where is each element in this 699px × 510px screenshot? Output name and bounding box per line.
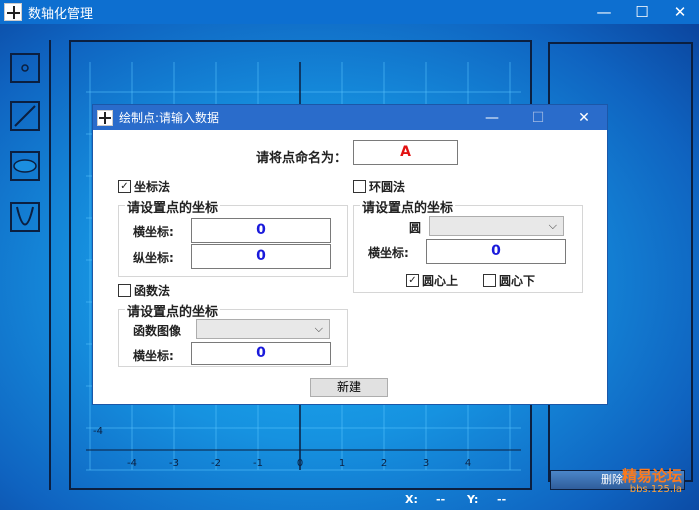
- point-name-label: 请将点命名为：: [256, 151, 348, 166]
- below-circle-box: [483, 274, 496, 287]
- coord-y-input[interactable]: 0: [191, 244, 331, 269]
- circle-select[interactable]: ⌵: [429, 216, 564, 236]
- ring-method-box: [353, 180, 366, 193]
- on-circle-label: 圆心上: [422, 274, 459, 288]
- chevron-down-icon: ⌵: [548, 219, 557, 232]
- ring-method-label: 环圆法: [369, 180, 406, 194]
- status-y-value: --: [497, 493, 507, 506]
- ring-x-label: 横坐标:: [368, 246, 409, 260]
- status-x-value: --: [436, 493, 446, 506]
- function-x-input[interactable]: 0: [191, 342, 331, 365]
- parabola-tool-button[interactable]: [10, 202, 40, 232]
- parabola-icon: [16, 206, 34, 226]
- coord-method-checkmark: ✓: [118, 180, 131, 193]
- ellipse-icon: [13, 159, 37, 173]
- ring-method-checkbox[interactable]: 环圆法: [353, 178, 405, 195]
- create-button[interactable]: 新建: [310, 378, 388, 397]
- on-circle-checkmark: ✓: [406, 274, 419, 287]
- x-tick-label: 1: [339, 458, 345, 469]
- coord-method-checkbox[interactable]: ✓ 坐标法: [118, 178, 170, 195]
- below-circle-checkbox[interactable]: 圆心下: [483, 272, 535, 289]
- chevron-down-icon: ⌵: [314, 322, 323, 335]
- ring-method-group: 请设置点的坐标 圆 ⌵ 横坐标: 0 ✓ 圆心上 圆心下: [353, 197, 583, 293]
- coord-x-label: 横坐标:: [133, 225, 174, 239]
- x-tick-label: -2: [211, 458, 221, 469]
- below-circle-label: 圆心下: [499, 274, 536, 288]
- x-tick-label: 3: [423, 458, 429, 469]
- x-tick-label: -1: [253, 458, 263, 469]
- y-tick-label: -4: [93, 426, 103, 437]
- ring-x-input[interactable]: 0: [426, 239, 566, 264]
- dialog-title-bar: 绘制点:请输入数据 — ☐ ✕: [93, 105, 607, 130]
- ellipse-tool-button[interactable]: [10, 151, 40, 181]
- x-tick-label: -3: [169, 458, 179, 469]
- draw-point-dialog: 绘制点:请输入数据 — ☐ ✕ 请将点命名为： A ✓ 坐标法 请设置点的坐标 …: [92, 104, 608, 405]
- x-tick-label: 4: [465, 458, 471, 469]
- ring-group-title: 请设置点的坐标: [360, 197, 456, 216]
- function-x-label: 横坐标:: [133, 349, 174, 363]
- function-method-group: 请设置点的坐标 函数图像 ⌵ 横坐标: 0: [118, 301, 348, 367]
- dialog-close-button[interactable]: ✕: [561, 105, 607, 130]
- coord-method-group: 请设置点的坐标 横坐标: 0 纵坐标: 0: [118, 197, 348, 277]
- watermark-title: 精易论坛: [622, 467, 683, 485]
- function-group-title: 请设置点的坐标: [125, 301, 221, 320]
- app-axis-icon: [4, 3, 22, 21]
- toolbar-divider: [49, 40, 51, 490]
- close-button[interactable]: ✕: [661, 0, 699, 24]
- watermark-logo: 精易论坛 bbs.125.la: [622, 468, 682, 496]
- line-icon: [14, 105, 36, 127]
- dialog-axis-icon: [97, 109, 113, 126]
- circle-label: 圆: [409, 221, 422, 235]
- dialog-maximize-button: ☐: [531, 109, 545, 126]
- app-title: 数轴化管理: [28, 6, 94, 22]
- function-method-label: 函数法: [134, 284, 171, 298]
- maximize-button[interactable]: ☐: [623, 0, 661, 24]
- coord-y-label: 纵坐标:: [133, 251, 174, 265]
- coord-group-title: 请设置点的坐标: [125, 197, 221, 216]
- watermark-url: bbs.125.la: [629, 484, 683, 495]
- status-x-label: X:: [405, 493, 418, 506]
- main-title-bar: 数轴化管理 — ☐ ✕: [0, 0, 699, 24]
- minimize-button[interactable]: —: [585, 0, 623, 24]
- point-name-input[interactable]: A: [353, 140, 458, 165]
- dialog-title: 绘制点:请输入数据: [119, 111, 220, 125]
- function-graph-label: 函数图像: [133, 324, 182, 338]
- point-tool-button[interactable]: [10, 53, 40, 83]
- function-method-box: [118, 284, 131, 297]
- function-method-checkbox[interactable]: 函数法: [118, 282, 170, 299]
- dialog-minimize-button[interactable]: —: [469, 105, 515, 130]
- function-graph-select[interactable]: ⌵: [196, 319, 330, 339]
- x-tick-label: -4: [127, 458, 137, 469]
- coord-x-input[interactable]: 0: [191, 218, 331, 243]
- status-y-label: Y:: [467, 493, 479, 506]
- x-tick-label: 2: [381, 458, 387, 469]
- on-circle-checkbox[interactable]: ✓ 圆心上: [406, 272, 458, 289]
- line-tool-button[interactable]: [10, 101, 40, 131]
- x-tick-label: 0: [297, 458, 303, 469]
- point-icon: [21, 64, 29, 72]
- coord-method-label: 坐标法: [134, 180, 171, 194]
